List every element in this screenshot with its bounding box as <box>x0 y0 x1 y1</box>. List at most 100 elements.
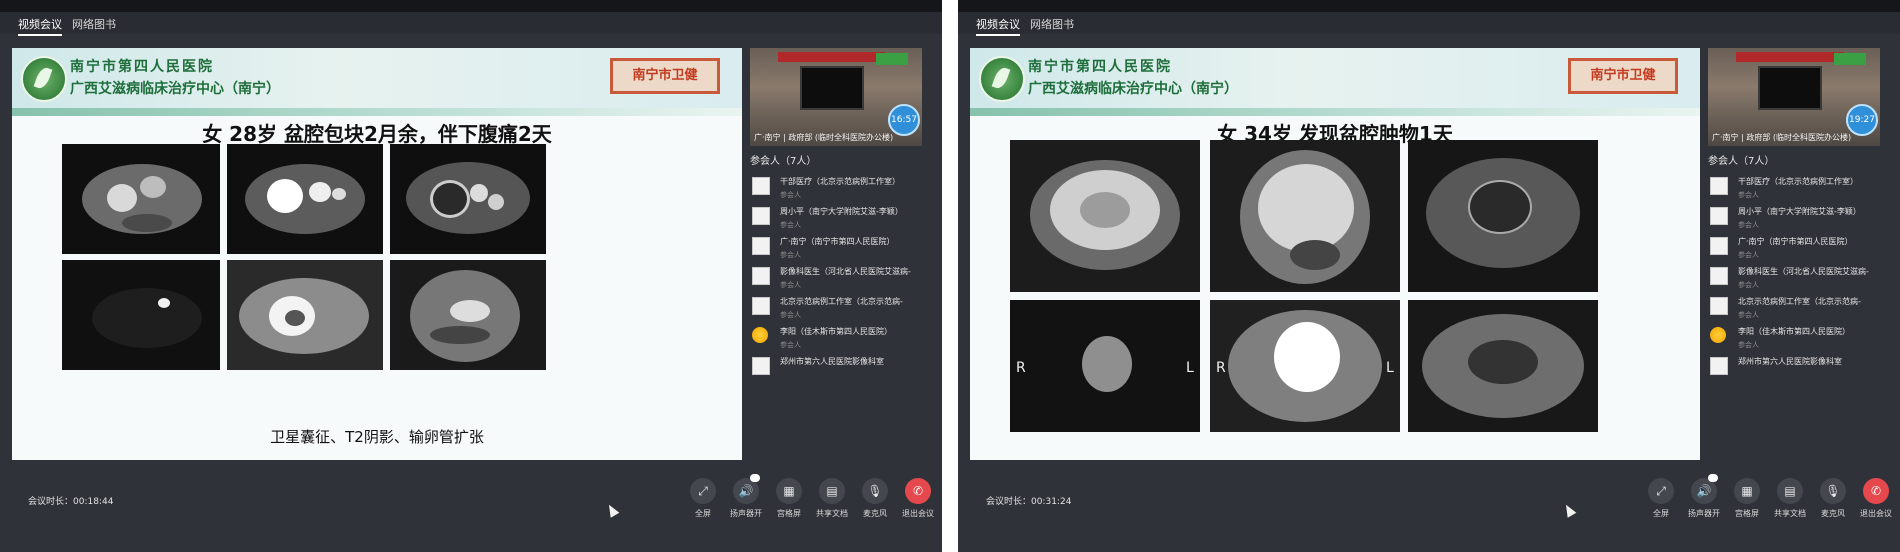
tab-video-meeting[interactable]: 视频会议 <box>976 16 1020 36</box>
hospital-logo <box>979 56 1025 102</box>
avatar <box>752 207 770 225</box>
avatar <box>752 327 768 343</box>
mri-image <box>227 144 383 254</box>
stamp-image: 南宁市卫健 <box>610 58 720 94</box>
participant-status: 参会人 <box>780 191 801 199</box>
participant-status: 参会人 <box>1738 251 1759 259</box>
avatar <box>1710 357 1728 375</box>
tab-network-library[interactable]: 网络图书 <box>72 16 116 32</box>
grid-icon: ▦ <box>776 478 802 504</box>
participant-name: 郑州市第六人民医院影像科室 <box>780 357 884 366</box>
orientation-label: L <box>1186 360 1194 376</box>
video-caption: 广·南宁 | 政府部 (临时全科医院办公楼) <box>754 133 894 142</box>
banner-strip <box>970 108 1700 116</box>
participant-name: 北京示范病例工作室（北京示范病- <box>780 297 903 306</box>
video-feed: 16:57 广·南宁 | 政府部 (临时全科医院办公楼) <box>750 48 922 146</box>
meeting-window-right: 视频会议 网络图书 南宁市第四人民医院 广西艾滋病临床治疗中心（南宁） 南宁市卫… <box>958 0 1900 552</box>
participant-item[interactable]: 郑州市第六人民医院影像科室 <box>750 353 922 383</box>
hospital-name: 南宁市第四人民医院 <box>1028 59 1172 75</box>
microphone-button[interactable]: 🎙 麦克风 <box>1813 478 1853 519</box>
tab-network-library[interactable]: 网络图书 <box>1030 16 1074 32</box>
microphone-icon: 🎙 <box>862 478 888 504</box>
participant-name: 广·南宁（南宁市第四人民医院） <box>1738 237 1853 246</box>
mri-image <box>1210 140 1400 292</box>
mri-image <box>390 144 546 254</box>
participant-item[interactable]: 李阳（佳木斯市第四人民医院） 参会人 <box>750 323 922 353</box>
speaker-button[interactable]: 🔊 扬声器开 <box>726 474 766 519</box>
participant-status: 参会人 <box>780 221 801 229</box>
participant-item[interactable]: 干部医疗（北京示范病例工作室） 参会人 <box>750 173 922 203</box>
participant-item[interactable]: 影像科医生（河北省人民医院艾滋病- 参会人 <box>750 263 922 293</box>
mouse-cursor <box>604 502 620 518</box>
share-document-button[interactable]: ▤ 共享文档 <box>812 478 852 519</box>
video-caption: 广·南宁 | 政府部 (临时全科医院办公楼) <box>1712 133 1852 142</box>
hangup-icon: ✆ <box>905 478 931 504</box>
participant-item[interactable]: 北京示范病例工作室（北京示范病- 参会人 <box>1708 293 1880 323</box>
fullscreen-button[interactable]: ⤢ 全屏 <box>1641 478 1681 519</box>
hangup-button[interactable]: ✆ 退出会议 <box>898 478 938 519</box>
participant-name: 广·南宁（南宁市第四人民医院） <box>780 237 895 246</box>
participant-name: 影像科医生（河北省人民医院艾滋病- <box>1738 267 1869 276</box>
mri-image <box>62 260 220 370</box>
participant-item[interactable]: 北京示范病例工作室（北京示范病- 参会人 <box>750 293 922 323</box>
avatar <box>752 237 770 255</box>
live-badge <box>876 53 908 65</box>
participant-name: 郑州市第六人民医院影像科室 <box>1738 357 1842 366</box>
fullscreen-button[interactable]: ⤢ 全屏 <box>683 478 723 519</box>
participant-status: 参会人 <box>780 251 801 259</box>
tab-video-meeting[interactable]: 视频会议 <box>18 16 62 36</box>
avatar <box>1710 267 1728 285</box>
participant-name: 周小平（南宁大学附院艾滋-李颖） <box>780 207 903 216</box>
avatar <box>752 267 770 285</box>
grid-icon: ▦ <box>1734 478 1760 504</box>
grid-button[interactable]: ▦ 宫格屏 <box>1727 478 1767 519</box>
participant-item[interactable]: 李阳（佳木斯市第四人民医院） 参会人 <box>1708 323 1880 353</box>
participant-item[interactable]: 周小平（南宁大学附院艾滋-李颖） 参会人 <box>750 203 922 233</box>
participant-item[interactable]: 周小平（南宁大学附院艾滋-李颖） 参会人 <box>1708 203 1880 233</box>
participant-item[interactable]: 干部医疗（北京示范病例工作室） 参会人 <box>1708 173 1880 203</box>
avatar <box>1710 237 1728 255</box>
participant-status: 参会人 <box>1738 221 1759 229</box>
speaker-button[interactable]: 🔊 扬声器开 <box>1684 474 1724 519</box>
document-icon: ▤ <box>819 478 845 504</box>
fullscreen-icon: ⤢ <box>1648 478 1674 504</box>
participant-status: 参会人 <box>1738 311 1759 319</box>
avatar <box>1710 177 1728 195</box>
avatar <box>752 297 770 315</box>
tv-screen <box>1758 66 1822 110</box>
participant-status: 参会人 <box>780 311 801 319</box>
participant-item[interactable]: 广·南宁（南宁市第四人民医院） 参会人 <box>750 233 922 263</box>
avatar <box>1710 207 1728 225</box>
hospital-logo <box>21 56 67 102</box>
participant-name: 干部医疗（北京示范病例工作室） <box>780 177 900 186</box>
participant-item[interactable]: 广·南宁（南宁市第四人民医院） 参会人 <box>1708 233 1880 263</box>
hangup-button[interactable]: ✆ 退出会议 <box>1856 478 1896 519</box>
share-document-button[interactable]: ▤ 共享文档 <box>1770 478 1810 519</box>
meeting-duration: 会议时长：00:18:44 <box>28 497 114 507</box>
participant-item[interactable]: 影像科医生（河北省人民医院艾滋病- 参会人 <box>1708 263 1880 293</box>
participant-item[interactable]: 郑州市第六人民医院影像科室 <box>1708 353 1880 383</box>
participant-status: 参会人 <box>1738 191 1759 199</box>
banner-strip <box>12 108 742 116</box>
participant-name: 李阳（佳木斯市第四人民医院） <box>780 327 892 336</box>
avatar <box>1710 327 1726 343</box>
tab-bar: 视频会议 网络图书 <box>958 12 1900 36</box>
participant-header: 参会人（7人） <box>750 156 817 167</box>
mri-image: R L <box>1210 300 1400 432</box>
mri-image <box>62 144 220 254</box>
participant-list: 参会人（7人） 干部医疗（北京示范病例工作室） 参会人 周小平（南宁大学附院艾滋-… <box>750 152 922 383</box>
video-feed: 19:27 广·南宁 | 政府部 (临时全科医院办公楼) <box>1708 48 1880 146</box>
document-icon: ▤ <box>1777 478 1803 504</box>
shared-slide: 南宁市第四人民医院 广西艾滋病临床治疗中心（南宁） 南宁市卫健 女 34岁 发现… <box>970 48 1700 460</box>
avatar <box>1710 297 1728 315</box>
tab-bar: 视频会议 网络图书 <box>0 12 942 36</box>
mri-image <box>1408 300 1598 432</box>
meeting-duration: 会议时长：00:31:24 <box>986 497 1072 507</box>
grid-button[interactable]: ▦ 宫格屏 <box>769 478 809 519</box>
mri-image <box>1010 140 1200 292</box>
orientation-label: L <box>1386 360 1394 376</box>
microphone-button[interactable]: 🎙 麦克风 <box>855 478 895 519</box>
hospital-center: 广西艾滋病临床治疗中心（南宁） <box>1028 81 1238 97</box>
participant-list: 参会人（7人） 干部医疗（北京示范病例工作室） 参会人 周小平（南宁大学附院艾滋-… <box>1708 152 1880 383</box>
participant-status: 参会人 <box>780 341 801 349</box>
